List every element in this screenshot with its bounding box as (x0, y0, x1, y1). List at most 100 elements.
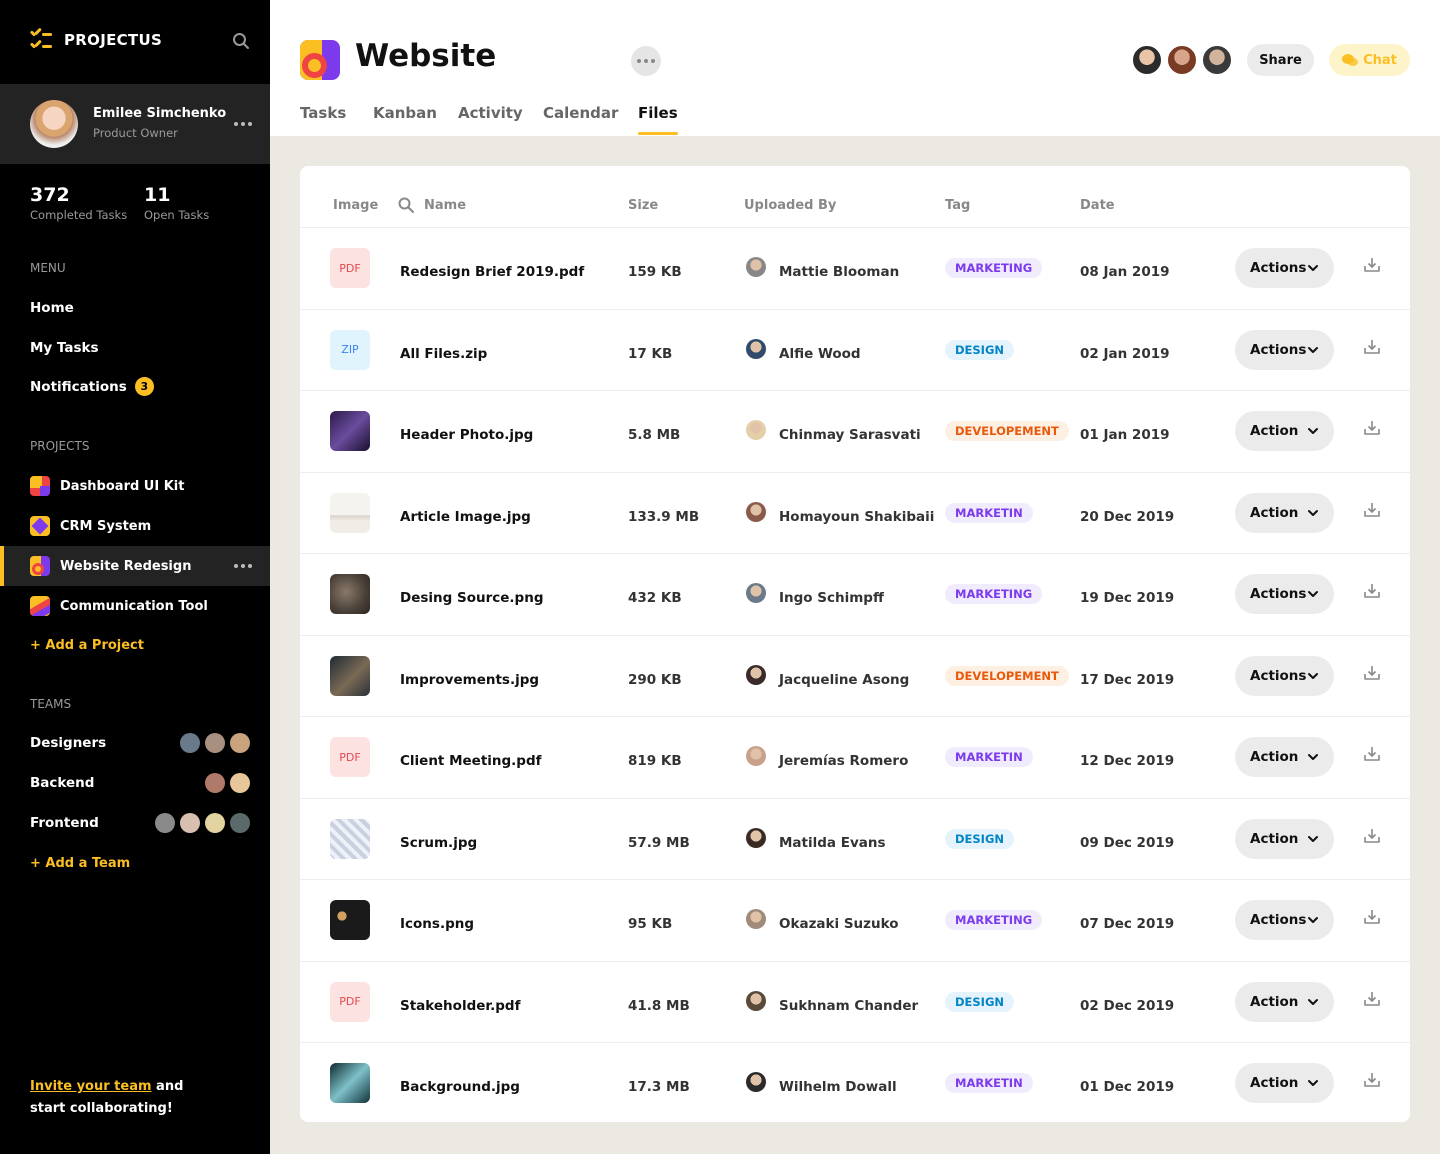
column-header-name[interactable]: Name (424, 198, 466, 213)
image-thumbnail[interactable] (330, 818, 370, 859)
stat-label: Completed Tasks (30, 208, 128, 222)
sidebar-project-crm-system[interactable]: CRM System (0, 506, 270, 546)
download-icon[interactable] (1363, 664, 1381, 682)
table-row[interactable]: Background.jpg 17.3 MB Wilhelm Dowall MARKE… (300, 1043, 1410, 1122)
actions-dropdown-button[interactable]: Actions (1235, 248, 1334, 288)
menu-item-label: My Tasks (30, 340, 99, 356)
more-icon[interactable] (234, 564, 252, 568)
user-profile[interactable]: Emilee Simchenko Product Owner (0, 84, 270, 164)
actions-dropdown-button[interactable]: Actions (1235, 329, 1334, 370)
table-row[interactable]: Icons.png 95 KB Okazaki Suzuko MARKETING 07 … (300, 880, 1410, 962)
download-icon[interactable] (1363, 827, 1381, 845)
actions-dropdown-button[interactable]: Actions (1235, 900, 1334, 940)
actions-dropdown-button[interactable]: Actions (1235, 574, 1334, 614)
sidebar-project-website-redesign[interactable]: Website Redesign (0, 546, 270, 586)
tab-activity[interactable]: Activity (458, 104, 523, 122)
add-project-link[interactable]: + Add a Project (30, 638, 144, 653)
project-icon (30, 596, 50, 616)
more-options-button[interactable] (631, 46, 661, 76)
file-name[interactable]: Article Image.jpg (400, 509, 531, 525)
menu-item-home[interactable]: Home (30, 300, 74, 316)
team-item-frontend[interactable]: Frontend (30, 813, 250, 833)
table-row[interactable]: ZIP All Files.zip 17 KB Alfie Wood DESIGN 02 … (300, 310, 1410, 391)
actions-dropdown-button[interactable]: Actions (1235, 655, 1334, 696)
file-name[interactable]: Background.jpg (400, 1079, 520, 1095)
menu-item-my-tasks[interactable]: My Tasks (30, 340, 99, 356)
app-logo[interactable]: PROJECTUS (29, 27, 162, 50)
table-row[interactable]: PDF Client Meeting.pdf 819 KB Jeremías Rome… (300, 717, 1410, 799)
download-icon[interactable] (1363, 1071, 1381, 1089)
table-row[interactable]: Scrum.jpg 57.9 MB Matilda Evans DESIGN 09 De… (300, 799, 1410, 880)
invite-link[interactable]: Invite your team (30, 1079, 152, 1094)
table-row[interactable]: PDF Redesign Brief 2019.pdf 159 KB Mattie B… (300, 228, 1410, 310)
actions-dropdown-button[interactable]: Action (1235, 1063, 1334, 1103)
download-icon[interactable] (1363, 338, 1381, 356)
projects-heading: PROJECTS (30, 439, 90, 453)
file-size: 57.9 MB (628, 834, 690, 851)
column-header-tag[interactable]: Tag (945, 198, 970, 213)
column-header-uploaded-by[interactable]: Uploaded By (744, 198, 836, 213)
avatar[interactable] (1166, 44, 1198, 76)
download-icon[interactable] (1363, 990, 1381, 1008)
file-size: 290 KB (628, 671, 682, 688)
table-row[interactable]: PDF Stakeholder.pdf 41.8 MB Sukhnam Chander… (300, 962, 1410, 1043)
tab-kanban[interactable]: Kanban (373, 104, 437, 122)
file-name[interactable]: Header Photo.jpg (400, 427, 533, 443)
file-name[interactable]: Icons.png (400, 916, 474, 932)
sidebar-project-communication-tool[interactable]: Communication Tool (0, 586, 270, 626)
chevron-down-icon (1308, 509, 1318, 516)
sidebar-project-dashboard-ui-kit[interactable]: Dashboard UI Kit (0, 466, 270, 506)
chat-button[interactable]: Chat (1329, 44, 1410, 76)
image-thumbnail[interactable] (330, 411, 370, 451)
file-date: 01 Dec 2019 (1080, 1079, 1175, 1095)
uploader-name: Sukhnam Chander (779, 997, 919, 1014)
table-row[interactable]: Header Photo.jpg 5.8 MB Chinmay Sarasvati D… (300, 391, 1410, 473)
file-name[interactable]: Redesign Brief 2019.pdf (400, 264, 584, 280)
image-thumbnail[interactable] (330, 574, 370, 614)
search-icon[interactable] (232, 32, 250, 50)
file-name[interactable]: Improvements.jpg (400, 672, 539, 688)
page-title: Website (355, 38, 497, 74)
actions-dropdown-button[interactable]: Action (1235, 737, 1334, 777)
download-icon[interactable] (1363, 419, 1381, 437)
image-thumbnail[interactable] (330, 1063, 370, 1103)
avatar (746, 1072, 766, 1092)
avatar[interactable] (1131, 44, 1163, 76)
menu-item-notifications[interactable]: Notifications 3 (30, 377, 154, 396)
table-row[interactable]: Article Image.jpg 133.9 MB Homayoun Shakib… (300, 473, 1410, 554)
more-icon[interactable] (234, 122, 252, 126)
team-item-backend[interactable]: Backend (30, 773, 250, 793)
download-icon[interactable] (1363, 745, 1381, 763)
tag-badge: MARKETIN (945, 502, 1033, 523)
download-icon[interactable] (1363, 256, 1381, 274)
file-name[interactable]: Scrum.jpg (400, 835, 477, 851)
image-thumbnail[interactable] (330, 655, 370, 696)
actions-dropdown-button[interactable]: Action (1235, 492, 1334, 533)
table-row[interactable]: Improvements.jpg 290 KB Jacqueline Asong DE… (300, 636, 1410, 717)
tab-files[interactable]: Files (638, 104, 678, 135)
file-type-label: PDF (339, 261, 361, 275)
file-date: 08 Jan 2019 (1080, 264, 1170, 280)
image-thumbnail[interactable] (330, 900, 370, 940)
column-header-size[interactable]: Size (628, 198, 658, 213)
table-row[interactable]: Desing Source.png 432 KB Ingo Schimpff MARK… (300, 554, 1410, 636)
file-name[interactable]: All Files.zip (400, 346, 487, 362)
download-icon[interactable] (1363, 501, 1381, 519)
tab-calendar[interactable]: Calendar (543, 104, 618, 122)
file-name[interactable]: Client Meeting.pdf (400, 753, 542, 769)
avatar[interactable] (1201, 44, 1233, 76)
column-header-date[interactable]: Date (1080, 198, 1115, 213)
team-item-designers[interactable]: Designers (30, 733, 250, 753)
add-team-link[interactable]: + Add a Team (30, 856, 130, 871)
actions-dropdown-button[interactable]: Action (1235, 981, 1334, 1022)
download-icon[interactable] (1363, 908, 1381, 926)
tab-tasks[interactable]: Tasks (300, 104, 346, 122)
share-button[interactable]: Share (1247, 44, 1314, 76)
search-icon[interactable] (398, 197, 414, 213)
actions-dropdown-button[interactable]: Action (1235, 818, 1334, 859)
file-name[interactable]: Desing Source.png (400, 590, 544, 606)
image-thumbnail[interactable] (330, 492, 370, 533)
download-icon[interactable] (1363, 582, 1381, 600)
file-name[interactable]: Stakeholder.pdf (400, 998, 520, 1014)
actions-dropdown-button[interactable]: Action (1235, 411, 1334, 451)
